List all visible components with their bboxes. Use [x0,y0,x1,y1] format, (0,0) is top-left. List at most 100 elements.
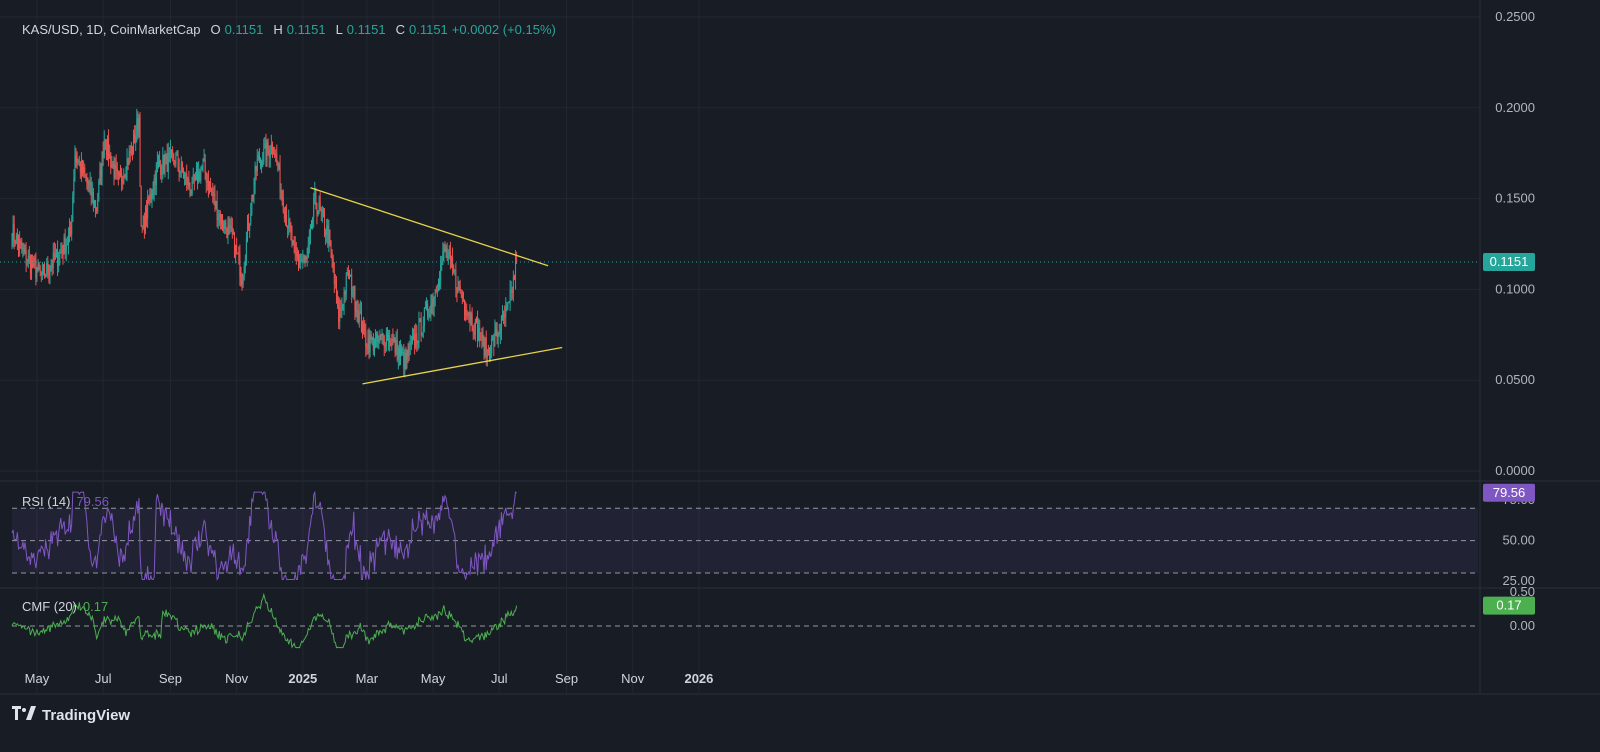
candle-body [257,155,259,159]
candle-body [477,320,479,342]
candle-body [370,334,372,341]
candle-body [309,224,311,237]
candle-body [206,180,208,183]
candle-body [111,164,113,168]
candle-body [26,262,28,264]
candle-body [377,333,379,342]
candle-body [290,227,292,233]
candle-body [82,160,84,174]
candle-body [473,331,475,335]
candle-body [342,304,344,306]
candle-body [282,199,284,213]
candle-body [344,291,346,295]
candle-body [436,290,438,292]
trendline [362,346,563,385]
cmf-pane-label: CMF (20) 0.17 [22,599,108,614]
candle-body [507,303,509,306]
candle-body [268,149,270,158]
chart-legend: KAS/USD, 1D, CoinMarketCap O 0.1151 H 0.11… [22,22,556,37]
candle-body [235,244,237,257]
candle-body [55,249,57,255]
candle-body [34,258,36,262]
candle-body [85,174,87,178]
candle-body [210,182,212,190]
candle-body [122,180,124,184]
candle-body [128,150,130,165]
candle-body [255,166,257,172]
candle-body [103,140,105,158]
candle-body [383,336,385,347]
tradingview-brand[interactable]: TradingView [12,706,130,725]
candle-body [102,151,104,158]
candle-body [365,331,367,348]
x-tick-label: Nov [225,671,249,686]
candle-body [15,234,17,244]
x-tick-label: Nov [621,671,645,686]
candle-body [468,312,470,316]
candle-body [248,222,250,231]
candle-body [307,244,309,258]
candle-body [25,249,27,264]
candle-body [65,245,67,254]
rsi-title: RSI (14) [22,494,71,509]
candle-body [175,155,177,165]
candle-body [331,252,333,260]
trendline [310,187,549,267]
candle-body [131,146,133,154]
candle-body [130,146,132,154]
candle-body [466,313,468,316]
candle-body [151,194,153,199]
candle-body [464,299,466,311]
candle-body [482,331,484,337]
candle-body [246,222,248,239]
candle-body [222,214,224,226]
candle-body [289,218,291,228]
candle-body [142,216,144,228]
candle-body [172,150,174,154]
candle-body [84,167,86,175]
candle-body [454,270,456,272]
candle-body [202,159,204,167]
candle-body [139,117,141,187]
candle-body [335,282,337,298]
candle-body [185,174,187,176]
low-value: 0.1151 [346,22,386,37]
candle-body [19,240,21,248]
candle-body [150,194,152,199]
candle-body [330,240,332,253]
candle-body [216,200,218,221]
candle-body [101,151,103,177]
x-tick-label: Jul [491,671,508,686]
symbol-label: KAS/USD, 1D, CoinMarketCap [22,22,201,37]
candle-body [236,244,238,253]
candle-body [134,134,136,144]
candle-body [283,212,285,219]
candle-body [200,170,202,181]
candle-body [86,177,88,183]
candle-body [179,171,181,173]
candle-body [203,159,205,161]
candle-body [18,241,20,248]
candle-body [338,299,340,322]
candle-body [51,266,53,268]
open-label: O [210,22,221,37]
candle-body [405,352,407,360]
candle-body [451,257,453,259]
candle-body [64,236,66,254]
cmf-value-badge-label: 0.17 [1496,598,1521,613]
candle-body [324,216,326,233]
candle-body [406,350,408,360]
candle-body [254,166,256,186]
candle-body [327,225,329,245]
candle-body [148,197,150,202]
candles [11,108,518,378]
candle-body [245,238,247,261]
candle-body [271,144,273,153]
candle-body [276,153,278,162]
chart-canvas[interactable]: May Jul Sep Nov 2025 Mar May Jul Sep Nov 2026 0.250… [0,0,1600,752]
candle-body [449,251,451,259]
candle-body [213,194,215,197]
candle-body [270,144,272,155]
candle-body [325,232,327,236]
candle-body [337,297,339,300]
